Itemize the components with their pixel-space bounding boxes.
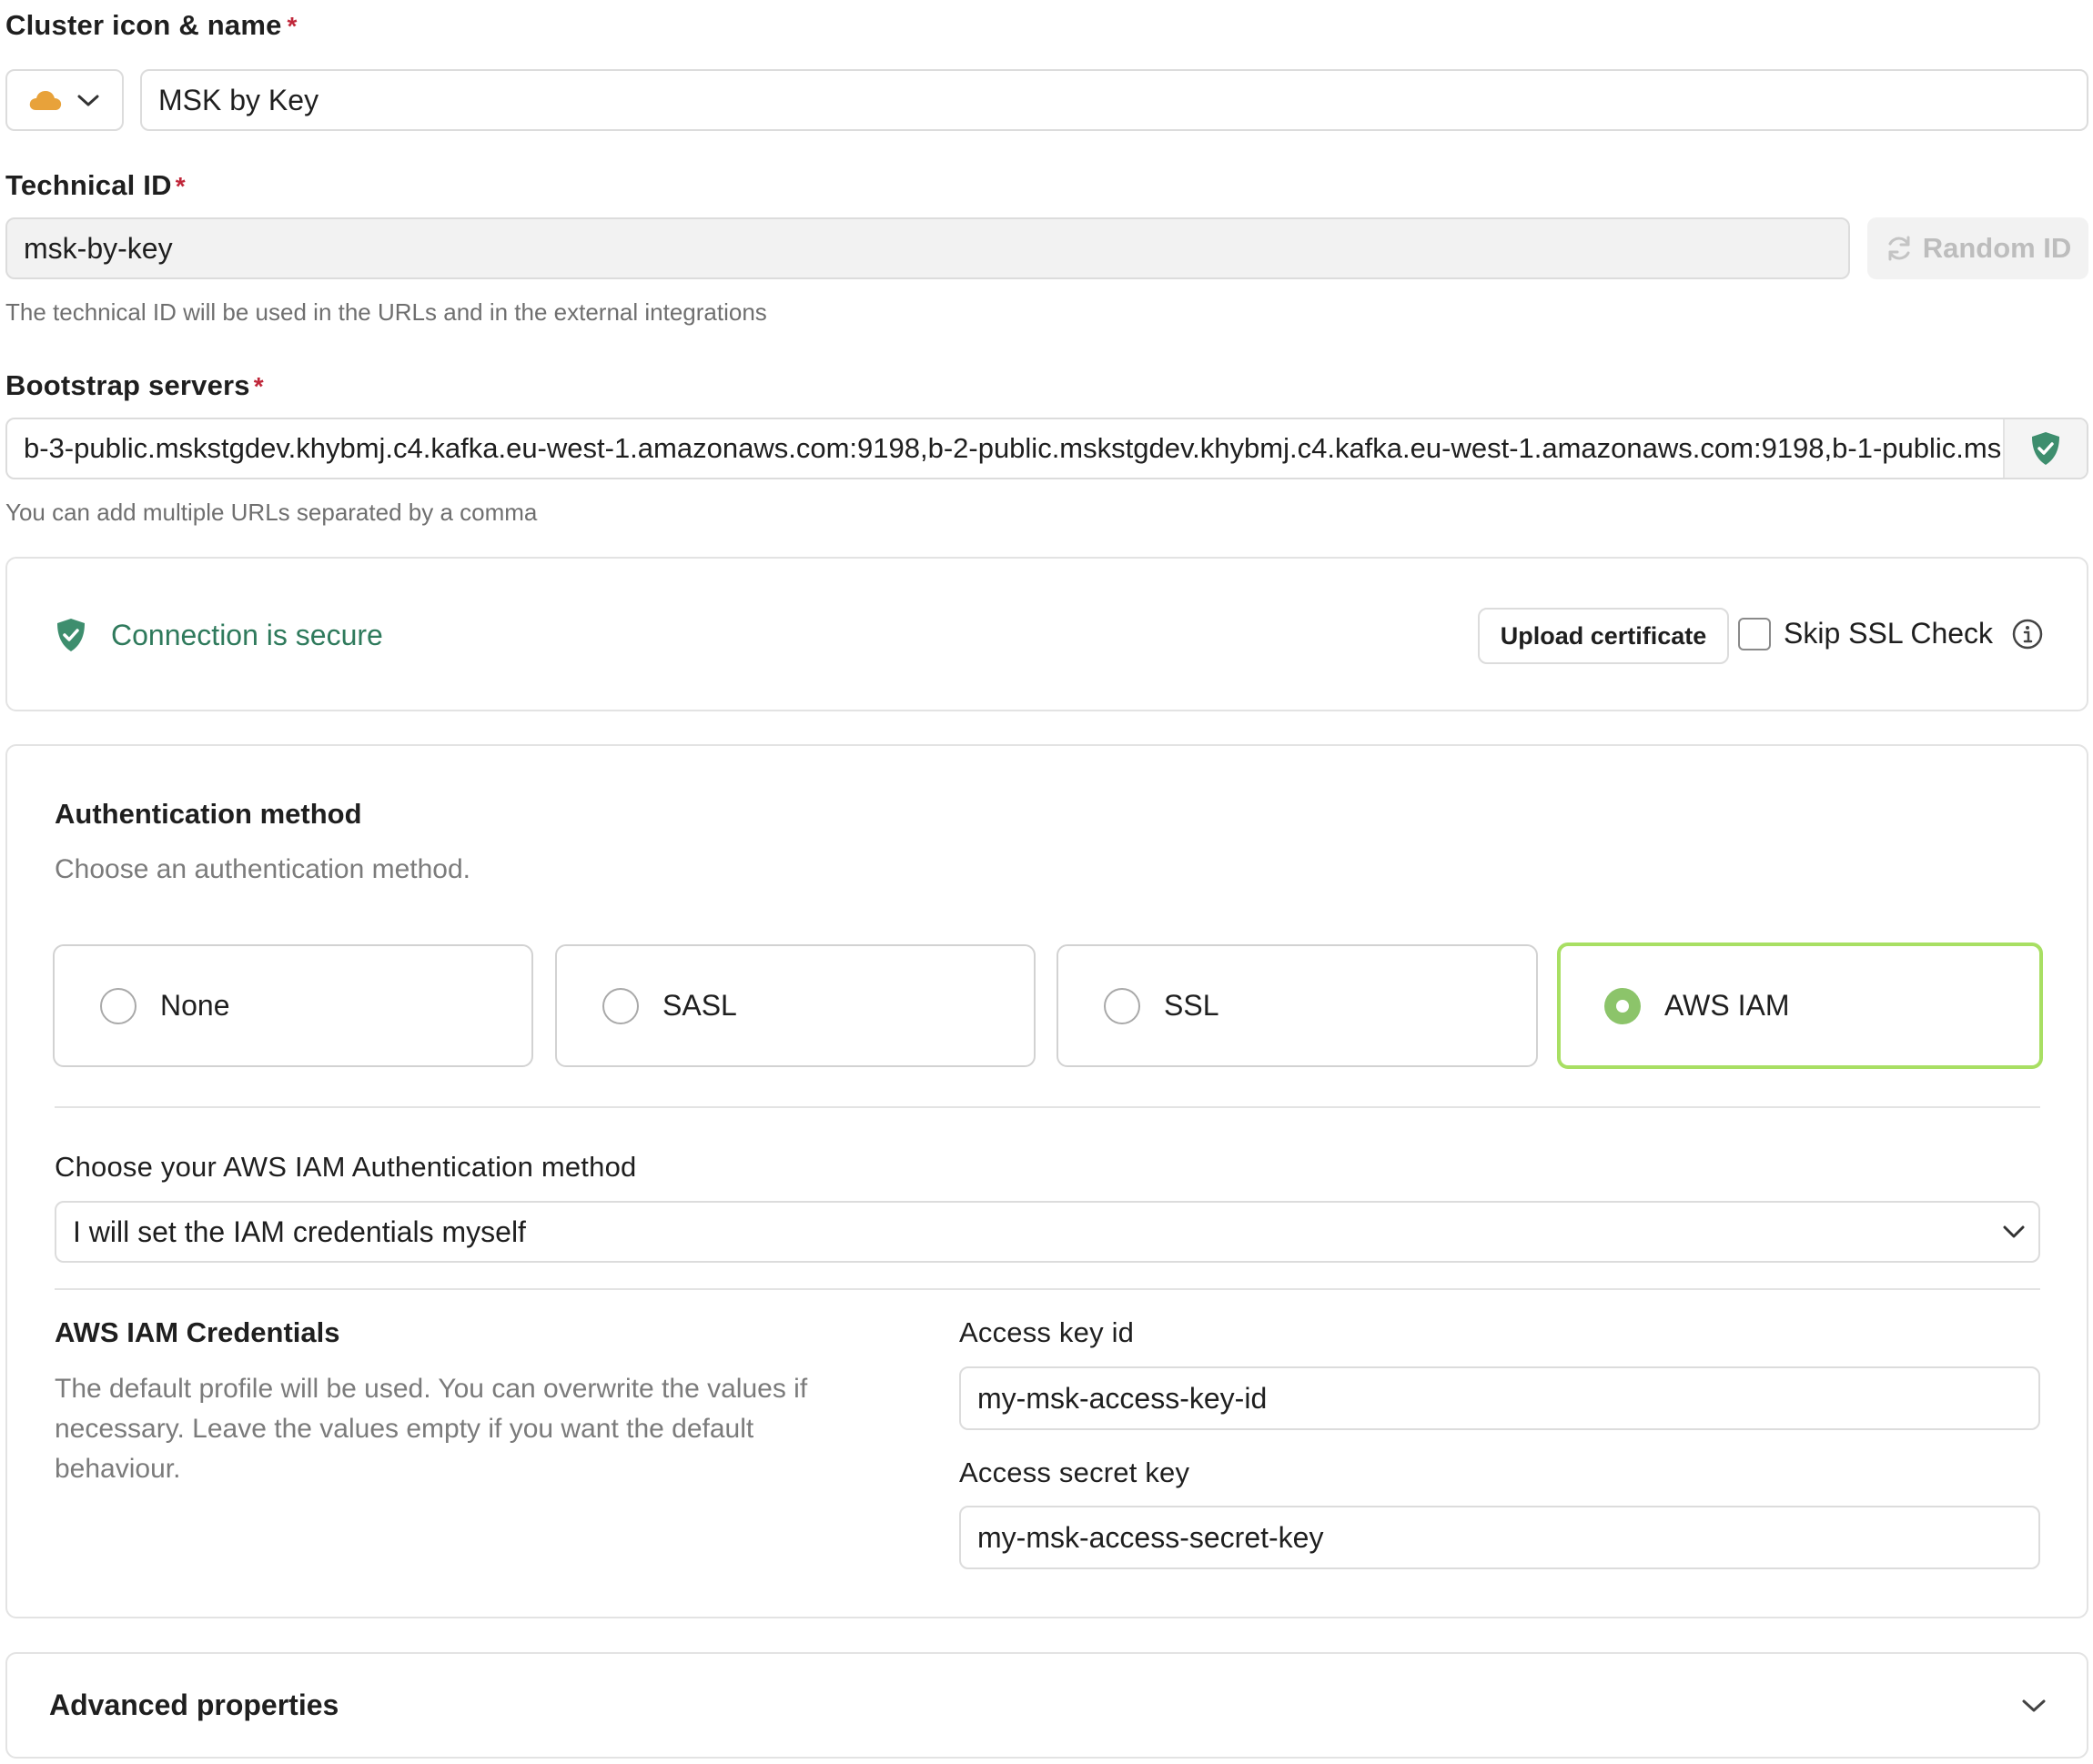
auth-option-sasl[interactable]: SASL — [555, 944, 1036, 1067]
bootstrap-help: You can add multiple URLs separated by a… — [5, 499, 538, 526]
radio-aws-iam[interactable] — [1604, 987, 1641, 1024]
shield-check-icon — [57, 619, 85, 651]
secret-key-input[interactable]: my-msk-access-secret-key — [959, 1506, 2040, 1569]
auth-option-label: None — [160, 989, 230, 1022]
cluster-icon-picker[interactable] — [5, 69, 124, 131]
auth-option-ssl[interactable]: SSL — [1057, 944, 1538, 1067]
info-icon[interactable] — [2011, 618, 2044, 650]
cluster-name-input[interactable]: MSK by Key — [140, 69, 2088, 131]
skip-ssl-label: Skip SSL Check — [1784, 617, 1994, 650]
advanced-properties-toggle[interactable]: Advanced properties — [5, 1652, 2088, 1759]
upload-certificate-label: Upload certificate — [1500, 621, 1707, 650]
credentials-title: AWS IAM Credentials — [55, 1316, 340, 1348]
secret-key-value: my-msk-access-secret-key — [977, 1520, 1324, 1554]
auth-option-label: AWS IAM — [1664, 989, 1790, 1022]
random-id-label: Random ID — [1922, 232, 2072, 264]
skip-ssl-check[interactable]: Skip SSL Check — [1738, 617, 2044, 650]
refresh-icon — [1888, 236, 1910, 261]
access-key-value: my-msk-access-key-id — [977, 1381, 1268, 1415]
upload-certificate-button[interactable]: Upload certificate — [1478, 608, 1729, 664]
iam-method-value: I will set the IAM credentials myself — [73, 1215, 526, 1248]
technical-id-label: Technical ID * — [5, 169, 186, 202]
secret-key-label: Access secret key — [959, 1457, 1190, 1488]
random-id-button[interactable]: Random ID — [1867, 217, 2088, 279]
technical-id-input[interactable]: msk-by-key — [5, 217, 1850, 279]
chevron-down-icon — [77, 95, 99, 106]
technical-id-help: The technical ID will be used in the URL… — [5, 298, 767, 326]
auth-subtitle: Choose an authentication method. — [55, 854, 470, 884]
required-marker: * — [253, 372, 264, 400]
auth-option-label: SASL — [662, 989, 737, 1022]
bootstrap-label: Bootstrap servers * — [5, 369, 264, 402]
cluster-name-value: MSK by Key — [158, 83, 319, 116]
cluster-label: Cluster icon & name * — [5, 9, 298, 42]
radio-none[interactable] — [100, 987, 136, 1024]
bootstrap-servers-input[interactable]: b-3-public.mskstgdev.khybmj.c4.kafka.eu-… — [5, 418, 2088, 479]
radio-ssl[interactable] — [1104, 987, 1140, 1024]
radio-sasl[interactable] — [602, 987, 639, 1024]
shield-check-icon — [2032, 432, 2059, 465]
auth-option-label: SSL — [1164, 989, 1219, 1022]
bootstrap-servers-value: b-3-public.mskstgdev.khybmj.c4.kafka.eu-… — [24, 432, 2003, 464]
divider — [55, 1288, 2040, 1290]
auth-option-none[interactable]: None — [53, 944, 533, 1067]
skip-ssl-checkbox[interactable] — [1738, 617, 1771, 650]
connection-status: Connection is secure — [55, 617, 383, 653]
auth-option-aws-iam[interactable]: AWS IAM — [1557, 942, 2043, 1069]
cluster-label-text: Cluster icon & name — [5, 9, 282, 41]
divider — [55, 1106, 2040, 1108]
security-card: Connection is secure Upload certificate … — [5, 557, 2088, 711]
access-key-input[interactable]: my-msk-access-key-id — [959, 1366, 2040, 1430]
access-key-label: Access key id — [959, 1316, 1135, 1348]
required-marker: * — [175, 172, 186, 200]
cloud-icon — [29, 91, 62, 110]
technical-id-label-text: Technical ID — [5, 169, 172, 201]
credentials-description: The default profile will be used. You ca… — [55, 1374, 808, 1484]
chevron-down-icon — [2022, 1699, 2046, 1711]
iam-method-label: Choose your AWS IAM Authentication metho… — [55, 1151, 637, 1183]
connection-status-text: Connection is secure — [111, 618, 383, 651]
bootstrap-label-text: Bootstrap servers — [5, 369, 250, 401]
auth-title: Authentication method — [55, 798, 362, 830]
bootstrap-status — [2003, 419, 2087, 478]
chevron-down-icon — [2003, 1225, 2025, 1238]
advanced-properties-title: Advanced properties — [49, 1688, 339, 1721]
required-marker: * — [287, 12, 298, 40]
iam-method-select[interactable]: I will set the IAM credentials myself — [55, 1201, 2040, 1263]
technical-id-value: msk-by-key — [24, 231, 173, 265]
